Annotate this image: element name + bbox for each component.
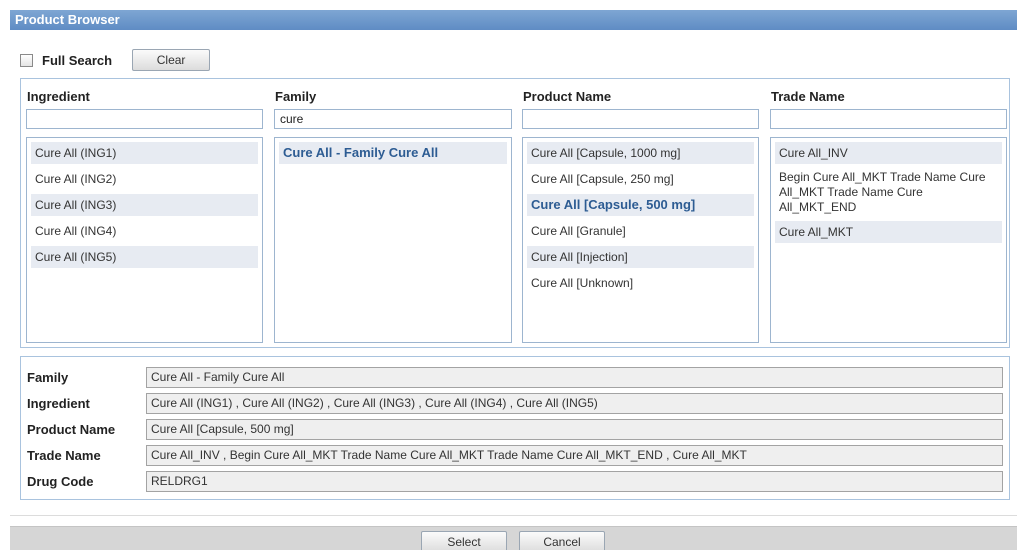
trade-name-column: Trade Name Cure All_INV Begin Cure All_M…: [765, 79, 1010, 347]
selection-details-panel: Family Cure All - Family Cure All Ingred…: [20, 356, 1010, 500]
product-name-list[interactable]: Cure All [Capsule, 1000 mg] Cure All [Ca…: [522, 137, 759, 343]
ingredient-column-header: Ingredient: [27, 89, 90, 104]
product-browser-panel: Ingredient Cure All (ING1) Cure All (ING…: [20, 78, 1010, 348]
list-item[interactable]: Cure All [Injection]: [527, 246, 754, 268]
cancel-button[interactable]: Cancel: [519, 531, 605, 550]
list-item[interactable]: Cure All_INV: [775, 142, 1002, 164]
full-search-checkbox[interactable]: [20, 53, 33, 67]
clear-button[interactable]: Clear: [132, 49, 211, 71]
detail-row-family: Family Cure All - Family Cure All: [21, 367, 1009, 389]
detail-label-ingredient: Ingredient: [27, 396, 90, 411]
product-name-column: Product Name Cure All [Capsule, 1000 mg]…: [517, 79, 764, 347]
detail-label-family: Family: [27, 370, 69, 385]
window-title-bar: Product Browser: [10, 10, 1017, 30]
ingredient-list[interactable]: Cure All (ING1) Cure All (ING2) Cure All…: [26, 137, 263, 343]
family-column-header: Family: [275, 89, 317, 104]
detail-value-drug-code: RELDRG1: [146, 471, 1003, 492]
family-filter-input[interactable]: [274, 109, 512, 129]
search-options-row: Full Search Clear: [20, 48, 211, 72]
dialog-footer: Select Cancel: [10, 526, 1017, 550]
list-item[interactable]: Begin Cure All_MKT Trade Name Cure All_M…: [775, 168, 1002, 217]
product-name-filter-input[interactable]: [522, 109, 759, 129]
list-item[interactable]: Cure All (ING1): [31, 142, 258, 164]
detail-value-family: Cure All - Family Cure All: [146, 367, 1003, 388]
ingredient-column: Ingredient Cure All (ING1) Cure All (ING…: [21, 79, 268, 347]
list-item[interactable]: Cure All (ING2): [31, 168, 258, 190]
list-item-selected[interactable]: Cure All - Family Cure All: [279, 142, 507, 164]
detail-label-product-name: Product Name: [27, 422, 116, 437]
product-name-column-header: Product Name: [523, 89, 612, 104]
select-button[interactable]: Select: [421, 531, 507, 550]
window-title: Product Browser: [15, 12, 120, 27]
footer-divider: [10, 515, 1017, 516]
ingredient-filter-input[interactable]: [26, 109, 263, 129]
list-item[interactable]: Cure All_MKT: [775, 221, 1002, 243]
detail-value-product-name: Cure All [Capsule, 500 mg]: [146, 419, 1003, 440]
family-list[interactable]: Cure All - Family Cure All: [274, 137, 512, 343]
list-item[interactable]: Cure All [Capsule, 1000 mg]: [527, 142, 754, 164]
detail-row-product-name: Product Name Cure All [Capsule, 500 mg]: [21, 419, 1009, 441]
list-item[interactable]: Cure All (ING5): [31, 246, 258, 268]
detail-label-trade-name: Trade Name: [27, 448, 101, 463]
trade-name-list[interactable]: Cure All_INV Begin Cure All_MKT Trade Na…: [770, 137, 1007, 343]
detail-row-drug-code: Drug Code RELDRG1: [21, 471, 1009, 493]
list-item[interactable]: Cure All (ING3): [31, 194, 258, 216]
full-search-label: Full Search: [42, 52, 113, 68]
detail-value-trade-name: Cure All_INV , Begin Cure All_MKT Trade …: [146, 445, 1003, 466]
detail-value-ingredient: Cure All (ING1) , Cure All (ING2) , Cure…: [146, 393, 1003, 414]
list-item[interactable]: Cure All (ING4): [31, 220, 258, 242]
detail-label-drug-code: Drug Code: [27, 474, 94, 489]
list-item-selected[interactable]: Cure All [Capsule, 500 mg]: [527, 194, 754, 216]
list-item[interactable]: Cure All [Unknown]: [527, 272, 754, 294]
trade-name-column-header: Trade Name: [771, 89, 845, 104]
list-item[interactable]: Cure All [Granule]: [527, 220, 754, 242]
detail-row-trade-name: Trade Name Cure All_INV , Begin Cure All…: [21, 445, 1009, 467]
list-item[interactable]: Cure All [Capsule, 250 mg]: [527, 168, 754, 190]
trade-name-filter-input[interactable]: [770, 109, 1007, 129]
detail-row-ingredient: Ingredient Cure All (ING1) , Cure All (I…: [21, 393, 1009, 415]
family-column: Family Cure All - Family Cure All: [269, 79, 516, 347]
